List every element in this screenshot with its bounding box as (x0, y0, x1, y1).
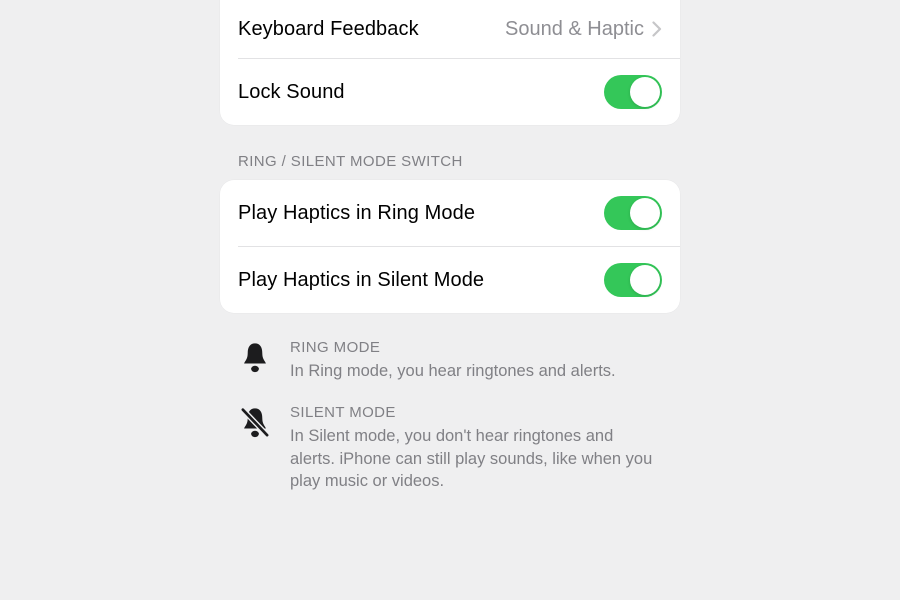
row-label: Play Haptics in Silent Mode (238, 269, 604, 292)
toggle-knob (630, 198, 660, 228)
footer-text: RING MODE In Ring mode, you hear rington… (290, 339, 662, 382)
chevron-right-icon (652, 21, 662, 37)
toggle-ring-haptics[interactable] (604, 196, 662, 230)
row-ring-haptics: Play Haptics in Ring Mode (220, 180, 680, 246)
bell-slash-icon (238, 406, 272, 440)
row-value: Sound & Haptic (505, 18, 644, 41)
bell-icon (238, 341, 272, 375)
footer-desc: In Silent mode, you don't hear ringtones… (290, 425, 662, 492)
toggle-knob (630, 265, 660, 295)
footer-desc: In Ring mode, you hear ringtones and ale… (290, 360, 662, 382)
footer-text: SILENT MODE In Silent mode, you don't he… (290, 404, 662, 492)
settings-group-sounds: Keyboard Feedback Sound & Haptic Lock So… (220, 0, 680, 125)
settings-group-haptics: Play Haptics in Ring Mode Play Haptics i… (220, 180, 680, 313)
row-label: Lock Sound (238, 81, 604, 104)
row-silent-haptics: Play Haptics in Silent Mode (220, 247, 680, 313)
toggle-lock-sound[interactable] (604, 75, 662, 109)
footer-ring-mode: RING MODE In Ring mode, you hear rington… (220, 313, 680, 390)
toggle-knob (630, 77, 660, 107)
row-label: Play Haptics in Ring Mode (238, 202, 604, 225)
section-header-ring-silent: RING / SILENT MODE SWITCH (220, 125, 680, 180)
footer-title: RING MODE (290, 339, 662, 356)
row-lock-sound: Lock Sound (220, 59, 680, 125)
row-keyboard-feedback[interactable]: Keyboard Feedback Sound & Haptic (220, 0, 680, 58)
footer-title: SILENT MODE (290, 404, 662, 421)
toggle-silent-haptics[interactable] (604, 263, 662, 297)
footer-silent-mode: SILENT MODE In Silent mode, you don't he… (220, 390, 680, 500)
settings-page: Keyboard Feedback Sound & Haptic Lock So… (220, 0, 680, 500)
row-label: Keyboard Feedback (238, 18, 505, 41)
